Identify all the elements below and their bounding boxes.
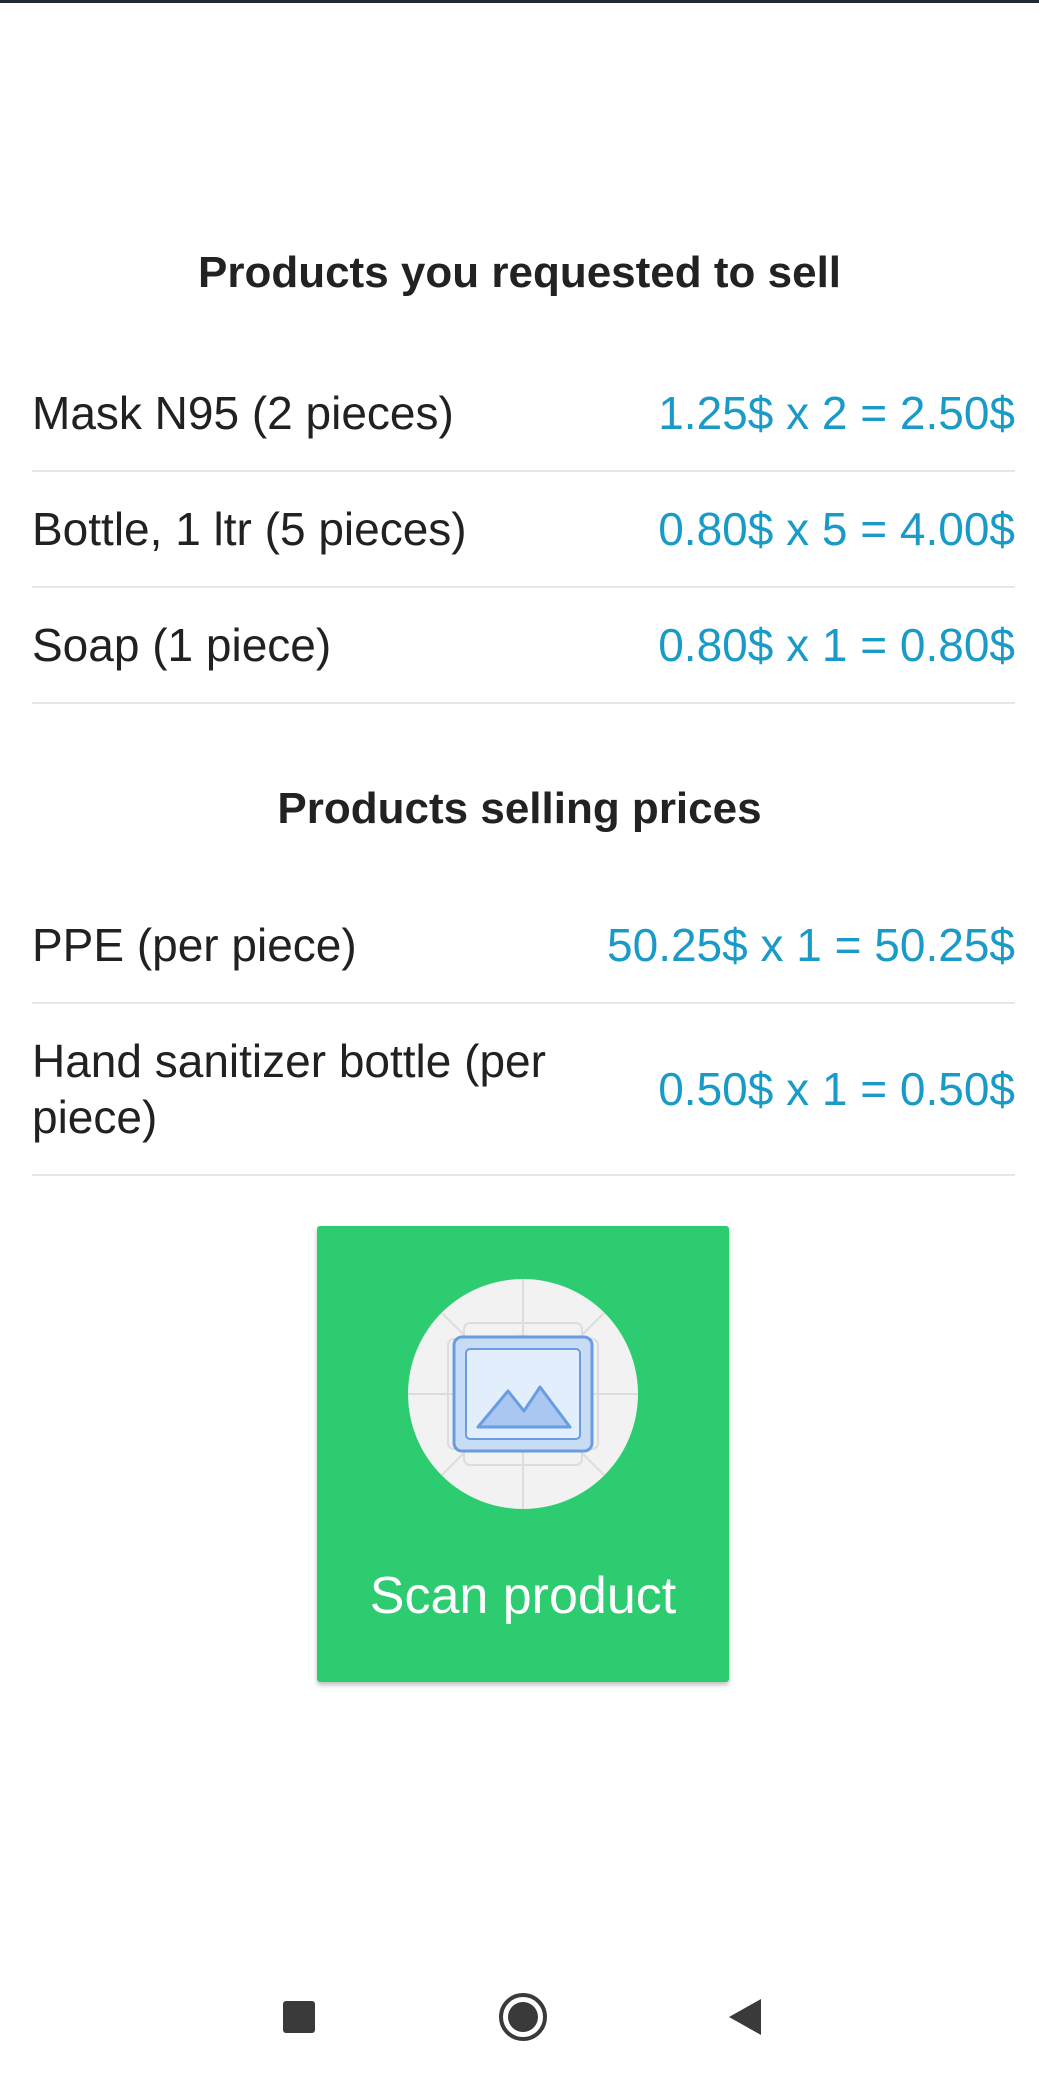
- image-placeholder-icon: [408, 1279, 638, 1509]
- product-price: 0.80$ x 1 = 0.80$: [658, 619, 1015, 671]
- product-name: Bottle, 1 ltr (5 pieces): [32, 503, 467, 555]
- selling-prices-list: PPE (per piece) 50.25$ x 1 = 50.25$ Hand…: [32, 888, 1015, 1176]
- product-name: PPE (per piece): [32, 919, 357, 971]
- list-item[interactable]: PPE (per piece) 50.25$ x 1 = 50.25$: [32, 888, 1015, 1004]
- list-item[interactable]: Bottle, 1 ltr (5 pieces) 0.80$ x 5 = 4.0…: [32, 472, 1015, 588]
- recents-square-icon[interactable]: [264, 1982, 334, 2052]
- list-item[interactable]: Hand sanitizer bottle (per piece) 0.50$ …: [32, 1004, 1015, 1176]
- product-price: 1.25$ x 2 = 2.50$: [658, 387, 1015, 439]
- back-triangle-icon[interactable]: [710, 1982, 780, 2052]
- scan-product-button[interactable]: Scan product: [317, 1226, 729, 1682]
- product-name: Mask N95 (2 pieces): [32, 387, 454, 439]
- list-item[interactable]: Mask N95 (2 pieces) 1.25$ x 2 = 2.50$: [32, 356, 1015, 472]
- home-circle-icon[interactable]: [488, 1982, 558, 2052]
- requested-products-list: Mask N95 (2 pieces) 1.25$ x 2 = 2.50$ Bo…: [32, 356, 1015, 704]
- system-navigation-bar: [0, 1960, 1039, 2078]
- product-price: 0.50$ x 1 = 0.50$: [658, 1063, 1015, 1115]
- status-bar-edge: [0, 0, 1039, 3]
- product-name: Soap (1 piece): [32, 619, 332, 671]
- list-item[interactable]: Soap (1 piece) 0.80$ x 1 = 0.80$: [32, 588, 1015, 704]
- selling-prices-title: Products selling prices: [277, 784, 762, 833]
- product-name: Hand sanitizer bottle (per piece): [32, 1035, 546, 1143]
- product-price: 0.80$ x 5 = 4.00$: [658, 503, 1015, 555]
- requested-products-title: Products you requested to sell: [197, 248, 842, 297]
- scan-product-label: Scan product: [369, 1567, 677, 1625]
- product-price: 50.25$ x 1 = 50.25$: [607, 919, 1015, 971]
